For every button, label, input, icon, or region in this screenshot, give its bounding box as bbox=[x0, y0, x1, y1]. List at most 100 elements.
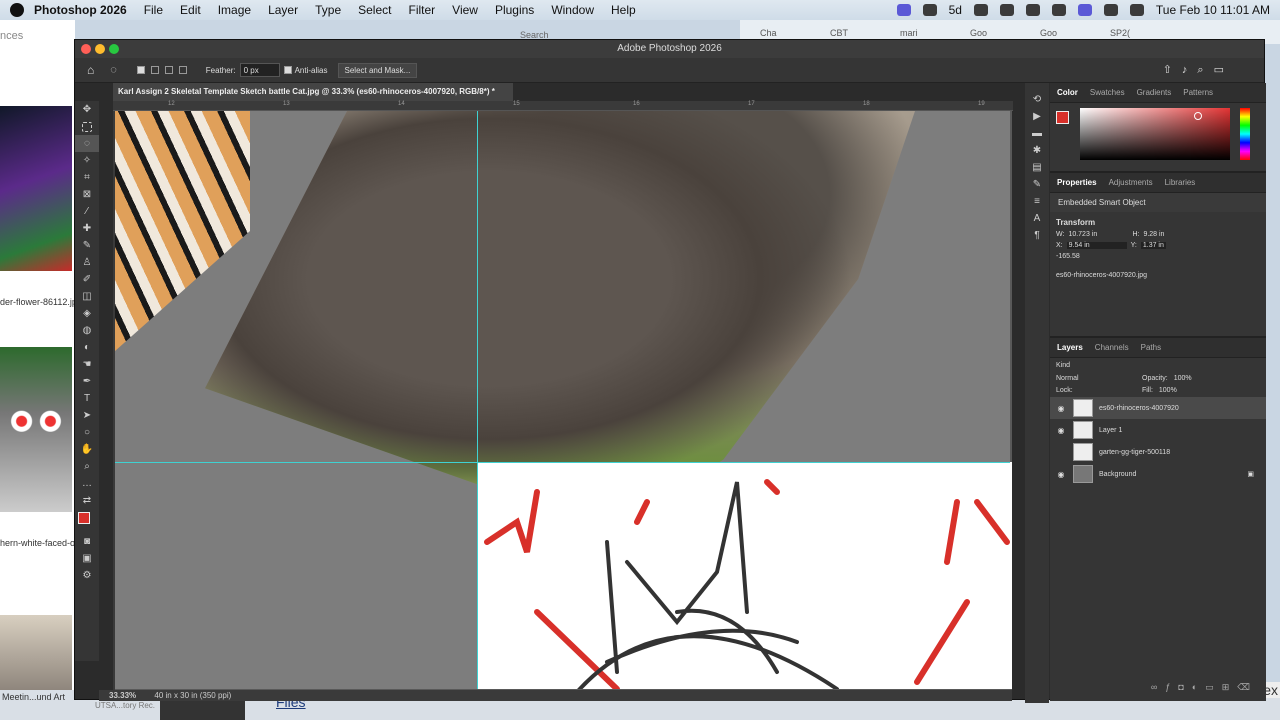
tab-color[interactable]: Color bbox=[1057, 88, 1078, 97]
visibility-eye-icon[interactable]: ◉ bbox=[1055, 426, 1067, 435]
menu-image[interactable]: Image bbox=[218, 3, 251, 17]
frame-tool-icon[interactable]: ⊠ bbox=[75, 186, 99, 203]
menu-window[interactable]: Window bbox=[551, 3, 594, 17]
blur-tool-icon[interactable]: ◍ bbox=[75, 322, 99, 339]
workspace-icon[interactable]: ▭ bbox=[1214, 64, 1234, 76]
taskbar-item-meeting[interactable]: Meetin...und Art bbox=[2, 692, 65, 702]
spotlight-icon[interactable] bbox=[1103, 4, 1118, 16]
layer-comps-icon[interactable]: ▤ bbox=[1025, 159, 1049, 176]
color-picker-cursor[interactable] bbox=[1194, 112, 1202, 120]
browser-tab-1[interactable]: Cha bbox=[760, 28, 777, 38]
color-swatches[interactable] bbox=[75, 509, 99, 533]
tab-patterns[interactable]: Patterns bbox=[1183, 88, 1213, 97]
visibility-eye-icon[interactable]: ◉ bbox=[1055, 448, 1067, 457]
siri-icon[interactable] bbox=[1129, 4, 1144, 16]
comments-icon[interactable]: ▬ bbox=[1025, 125, 1049, 142]
document-canvas[interactable] bbox=[115, 111, 1012, 690]
history-icon[interactable]: ⟲ bbox=[1025, 91, 1049, 108]
tab-adjustments[interactable]: Adjustments bbox=[1109, 178, 1153, 187]
type-tool-icon[interactable]: T bbox=[75, 390, 99, 407]
canvas-area[interactable] bbox=[115, 111, 1012, 690]
document-tab[interactable]: Karl Assign 2 Skeletal Template Sketch b… bbox=[113, 83, 513, 101]
lasso-tool-icon[interactable]: ◌ bbox=[75, 135, 99, 152]
zoom-button[interactable] bbox=[109, 44, 119, 54]
add-selection-icon[interactable] bbox=[150, 66, 159, 74]
flower-filename[interactable]: der-flower-86112.jp bbox=[0, 297, 74, 307]
anti-alias-checkbox[interactable] bbox=[283, 66, 292, 74]
browser-tab-4[interactable]: Goo bbox=[970, 28, 987, 38]
wifi-icon[interactable] bbox=[1051, 4, 1066, 16]
screen-record-icon[interactable] bbox=[896, 4, 911, 16]
adjustment-icon[interactable]: ◐ bbox=[1192, 682, 1205, 692]
color-picker-field[interactable] bbox=[1080, 108, 1230, 160]
more-tools-icon[interactable]: … bbox=[75, 475, 99, 492]
zoom-level[interactable]: 33.33% bbox=[109, 691, 136, 700]
folder-icon[interactable]: ▭ bbox=[1205, 682, 1222, 692]
layer-filter-kind[interactable]: Kind bbox=[1050, 358, 1266, 373]
taskbar-item-utsa[interactable]: UTSA...tory Rec. bbox=[95, 701, 155, 710]
tab-swatches[interactable]: Swatches bbox=[1090, 88, 1125, 97]
tiger-image[interactable] bbox=[115, 111, 250, 351]
character-icon[interactable]: A bbox=[1025, 210, 1049, 227]
battery-icon[interactable] bbox=[1025, 4, 1040, 16]
menu-plugins[interactable]: Plugins bbox=[495, 3, 534, 17]
owl-thumbnail[interactable] bbox=[0, 347, 72, 512]
control-center-icon[interactable] bbox=[1077, 4, 1092, 16]
layer-row[interactable]: ◉ Layer 1 bbox=[1050, 419, 1266, 441]
feather-input[interactable]: 0 px bbox=[239, 63, 280, 77]
bell-icon[interactable]: ♪ bbox=[1182, 64, 1198, 76]
minimize-button[interactable] bbox=[95, 44, 105, 54]
apple-menu-icon[interactable] bbox=[10, 3, 24, 17]
height-input[interactable]: 9.28 in bbox=[1143, 231, 1164, 238]
y-input[interactable]: 1.37 in bbox=[1140, 242, 1166, 249]
trash-icon[interactable]: ⌫ bbox=[1237, 682, 1258, 692]
app-menu[interactable]: Photoshop 2026 bbox=[34, 3, 127, 17]
bluetooth-icon[interactable] bbox=[999, 4, 1014, 16]
paint-bucket-icon[interactable]: ◈ bbox=[75, 305, 99, 322]
rhino-thumbnail[interactable] bbox=[0, 615, 72, 695]
magic-wand-icon[interactable]: ✧ bbox=[75, 152, 99, 169]
color-panel-foreground[interactable] bbox=[1056, 111, 1069, 124]
fill-input[interactable]: 100% bbox=[1159, 387, 1177, 394]
browser-tab-3[interactable]: mari bbox=[900, 28, 918, 38]
menu-help[interactable]: Help bbox=[611, 3, 636, 17]
new-layer-icon[interactable]: ⊞ bbox=[1222, 682, 1238, 692]
horizontal-guide[interactable] bbox=[115, 462, 1010, 463]
menu-layer[interactable]: Layer bbox=[268, 3, 298, 17]
history-brush-icon[interactable]: ✐ bbox=[75, 271, 99, 288]
menu-view[interactable]: View bbox=[452, 3, 478, 17]
layer-row[interactable]: ◉ garten-gg-tiger-500118 bbox=[1050, 441, 1266, 463]
ellipse-tool-icon[interactable]: ○ bbox=[75, 424, 99, 441]
move-tool-icon[interactable]: ✥ bbox=[75, 101, 99, 118]
x-input[interactable]: 9.54 in bbox=[1066, 242, 1127, 249]
browser-tab-2[interactable]: CBT bbox=[830, 28, 848, 38]
menu-filter[interactable]: Filter bbox=[408, 3, 435, 17]
browser-tab-5[interactable]: Goo bbox=[1040, 28, 1057, 38]
creative-cloud-icon[interactable] bbox=[922, 4, 937, 16]
eyedropper-icon[interactable]: ⁄ bbox=[75, 203, 99, 220]
actions-icon[interactable]: ▶ bbox=[1025, 108, 1049, 125]
healing-brush-icon[interactable]: ✚ bbox=[75, 220, 99, 237]
home-icon[interactable]: ⌂ bbox=[87, 63, 94, 77]
layer-row[interactable]: ◉ es60-rhinoceros-4007920 bbox=[1050, 397, 1266, 419]
tab-libraries[interactable]: Libraries bbox=[1165, 178, 1196, 187]
hand-tool-icon[interactable]: ✋ bbox=[75, 441, 99, 458]
menu-edit[interactable]: Edit bbox=[180, 3, 201, 17]
select-and-mask-button[interactable]: Select and Mask... bbox=[337, 62, 418, 78]
pen-tool-icon[interactable]: ✒ bbox=[75, 373, 99, 390]
horizontal-ruler[interactable]: 12 13 14 15 16 17 18 19 bbox=[113, 101, 1013, 111]
paragraph-icon[interactable]: ¶ bbox=[1025, 227, 1049, 244]
screen-mode-icon[interactable]: ▣ bbox=[75, 550, 99, 567]
share-icon[interactable]: ⇧ bbox=[1163, 64, 1182, 76]
zoom-tool-icon[interactable]: ⌕ bbox=[75, 458, 99, 475]
vertical-guide[interactable] bbox=[477, 111, 478, 689]
owl-filename[interactable]: hern-white-faced-o bbox=[0, 538, 74, 548]
tab-paths[interactable]: Paths bbox=[1141, 343, 1161, 352]
visibility-eye-icon[interactable]: ◉ bbox=[1055, 404, 1067, 413]
blend-mode-select[interactable]: Normal bbox=[1056, 375, 1136, 382]
menu-select[interactable]: Select bbox=[358, 3, 391, 17]
eraser-icon[interactable]: ◫ bbox=[75, 288, 99, 305]
flower-thumbnail[interactable] bbox=[0, 106, 72, 271]
foreground-color-swatch[interactable] bbox=[78, 512, 90, 524]
edit-toolbar-icon[interactable]: ⚙ bbox=[75, 567, 99, 584]
